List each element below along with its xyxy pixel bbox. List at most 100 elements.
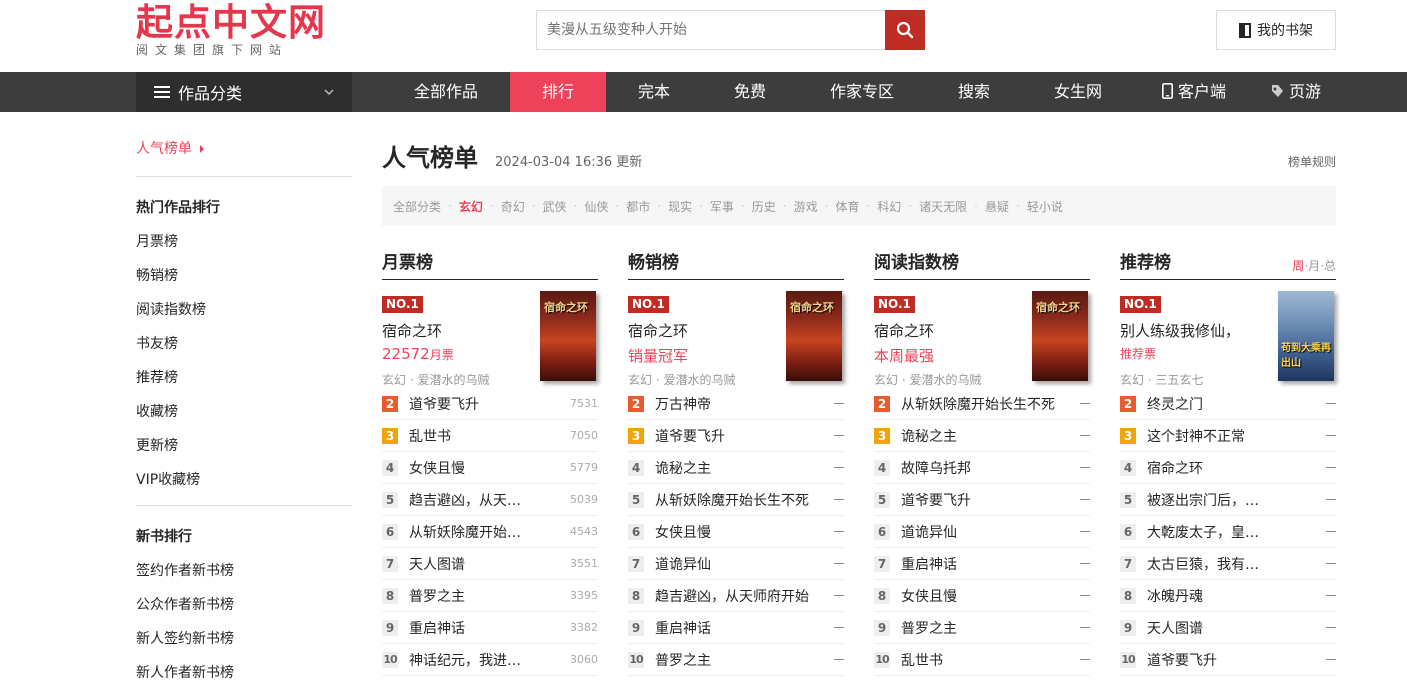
book-name[interactable]: 宿命之环: [1147, 458, 1320, 478]
top-book-name[interactable]: 宿命之环: [382, 320, 530, 341]
column-title[interactable]: 月票榜: [382, 252, 598, 274]
book-name[interactable]: 诡秘之主: [655, 458, 828, 478]
list-item[interactable]: 5 被逐出宗门后，…: [1120, 484, 1336, 516]
book-name[interactable]: 女侠且慢: [409, 458, 564, 478]
book-name[interactable]: 女侠且慢: [901, 586, 1074, 606]
list-item[interactable]: 10 乱世书: [874, 644, 1090, 676]
list-item[interactable]: 6 从斩妖除魔开始… 4543: [382, 516, 598, 548]
list-item[interactable]: 4 女侠且慢 5779: [382, 452, 598, 484]
filter-item[interactable]: 仙侠: [584, 198, 608, 215]
sidebar-item-read-index[interactable]: 阅读指数榜: [136, 293, 352, 327]
period-option[interactable]: 月: [1308, 259, 1320, 273]
list-item[interactable]: 5 道爷要飞升: [874, 484, 1090, 516]
book-name[interactable]: 天人图谱: [1147, 618, 1320, 638]
column-title[interactable]: 阅读指数榜: [874, 252, 1090, 274]
book-cover[interactable]: 宿命之环: [786, 291, 842, 381]
list-item[interactable]: 6 大乾废太子，皇…: [1120, 516, 1336, 548]
book-cover[interactable]: 苟到大乘再出山: [1278, 291, 1334, 381]
filter-item[interactable]: 诸天无限: [919, 198, 967, 215]
list-item[interactable]: 3 乱世书 7050: [382, 420, 598, 452]
sidebar-item-vip-collect[interactable]: VIP收藏榜: [136, 463, 352, 497]
list-item[interactable]: 10 神话纪元，我进… 3060: [382, 644, 598, 676]
sidebar-item-fans[interactable]: 书友榜: [136, 327, 352, 361]
nav-item-search[interactable]: 搜索: [926, 72, 1022, 112]
list-item[interactable]: 4 诡秘之主: [628, 452, 844, 484]
book-name[interactable]: 从斩妖除魔开始…: [409, 522, 564, 542]
book-name[interactable]: 女侠且慢: [655, 522, 828, 542]
list-item[interactable]: 3 道爷要飞升: [628, 420, 844, 452]
list-item[interactable]: 3 诡秘之主: [874, 420, 1090, 452]
site-logo[interactable]: 起点中文网 阅文集团旗下网站: [136, 2, 326, 58]
sidebar-item-popular[interactable]: 人气榜单: [136, 128, 352, 168]
period-option[interactable]: 总: [1324, 259, 1336, 273]
nav-item-author[interactable]: 作家专区: [798, 72, 926, 112]
sidebar-item-monthly[interactable]: 月票榜: [136, 225, 352, 259]
list-item[interactable]: 9 普罗之主: [874, 612, 1090, 644]
top-book[interactable]: NO.1 宿命之环 22572月票 玄幻 · 爱潜水的乌贼 宿命之环: [382, 280, 598, 388]
book-name[interactable]: 被逐出宗门后，…: [1147, 490, 1320, 510]
nav-item-finished[interactable]: 完本: [606, 72, 702, 112]
book-name[interactable]: 从斩妖除魔开始长生不死: [655, 490, 828, 510]
nav-item-all[interactable]: 全部作品: [382, 72, 510, 112]
book-name[interactable]: 乱世书: [409, 426, 564, 446]
sidebar-item-rookie-author[interactable]: 新人作者新书榜: [136, 656, 352, 690]
nav-item-free[interactable]: 免费: [702, 72, 798, 112]
category-menu[interactable]: 作品分类: [136, 72, 352, 112]
bookshelf-button[interactable]: 我的书架: [1216, 10, 1336, 50]
book-name[interactable]: 神话纪元，我进…: [409, 650, 564, 670]
list-item[interactable]: 9 重启神话 3382: [382, 612, 598, 644]
filter-item[interactable]: 全部分类: [393, 198, 441, 215]
list-item[interactable]: 7 太古巨猿，我有…: [1120, 548, 1336, 580]
filter-item[interactable]: 轻小说: [1027, 198, 1063, 215]
list-item[interactable]: 9 天人图谱: [1120, 612, 1336, 644]
filter-item[interactable]: 现实: [668, 198, 692, 215]
search-button[interactable]: [885, 10, 925, 50]
top-book-name[interactable]: 别人练级我修仙，: [1120, 320, 1268, 341]
filter-item[interactable]: 体育: [835, 198, 859, 215]
filter-item[interactable]: 历史: [752, 198, 776, 215]
book-name[interactable]: 大乾废太子，皇…: [1147, 522, 1320, 542]
list-item[interactable]: 8 女侠且慢: [874, 580, 1090, 612]
list-item[interactable]: 2 道爷要飞升 7531: [382, 388, 598, 420]
rules-link[interactable]: 榜单规则: [1288, 153, 1336, 170]
book-name[interactable]: 重启神话: [901, 554, 1074, 574]
book-name[interactable]: 重启神话: [409, 618, 564, 638]
list-item[interactable]: 10 普罗之主: [628, 644, 844, 676]
sidebar-item-signed-new[interactable]: 签约作者新书榜: [136, 554, 352, 588]
book-name[interactable]: 道诡异仙: [655, 554, 828, 574]
list-item[interactable]: 10 道爷要飞升: [1120, 644, 1336, 676]
list-item[interactable]: 2 万古神帝: [628, 388, 844, 420]
filter-item[interactable]: 军事: [710, 198, 734, 215]
book-cover[interactable]: 宿命之环: [540, 291, 596, 381]
book-name[interactable]: 趋吉避凶，从天师府开始: [655, 586, 828, 606]
list-item[interactable]: 4 故障乌托邦: [874, 452, 1090, 484]
list-item[interactable]: 3 这个封神不正常: [1120, 420, 1336, 452]
book-name[interactable]: 故障乌托邦: [901, 458, 1074, 478]
book-name[interactable]: 普罗之主: [409, 586, 564, 606]
book-name[interactable]: 从斩妖除魔开始长生不死: [901, 394, 1074, 414]
list-item[interactable]: 8 冰魄丹魂: [1120, 580, 1336, 612]
book-name[interactable]: 普罗之主: [655, 650, 828, 670]
list-item[interactable]: 9 重启神话: [628, 612, 844, 644]
sidebar-item-rookie-signed[interactable]: 新人签约新书榜: [136, 622, 352, 656]
list-item[interactable]: 2 终灵之门: [1120, 388, 1336, 420]
list-item[interactable]: 7 重启神话: [874, 548, 1090, 580]
list-item[interactable]: 5 趋吉避凶，从天… 5039: [382, 484, 598, 516]
book-name[interactable]: 道爷要飞升: [409, 394, 564, 414]
sidebar-item-collect[interactable]: 收藏榜: [136, 395, 352, 429]
book-name[interactable]: 诡秘之主: [901, 426, 1074, 446]
book-name[interactable]: 终灵之门: [1147, 394, 1320, 414]
filter-item[interactable]: 武侠: [543, 198, 567, 215]
filter-item[interactable]: 科幻: [877, 198, 901, 215]
book-name[interactable]: 道爷要飞升: [1147, 650, 1320, 670]
nav-item-client[interactable]: 客户端: [1134, 72, 1254, 112]
book-name[interactable]: 道爷要飞升: [655, 426, 828, 446]
book-name[interactable]: 乱世书: [901, 650, 1074, 670]
filter-item[interactable]: 悬疑: [985, 198, 1009, 215]
nav-item-female[interactable]: 女生网: [1022, 72, 1134, 112]
sidebar-item-update[interactable]: 更新榜: [136, 429, 352, 463]
book-name[interactable]: 天人图谱: [409, 554, 564, 574]
book-name[interactable]: 道诡异仙: [901, 522, 1074, 542]
book-name[interactable]: 这个封神不正常: [1147, 426, 1320, 446]
sidebar-item-bestseller[interactable]: 畅销榜: [136, 259, 352, 293]
